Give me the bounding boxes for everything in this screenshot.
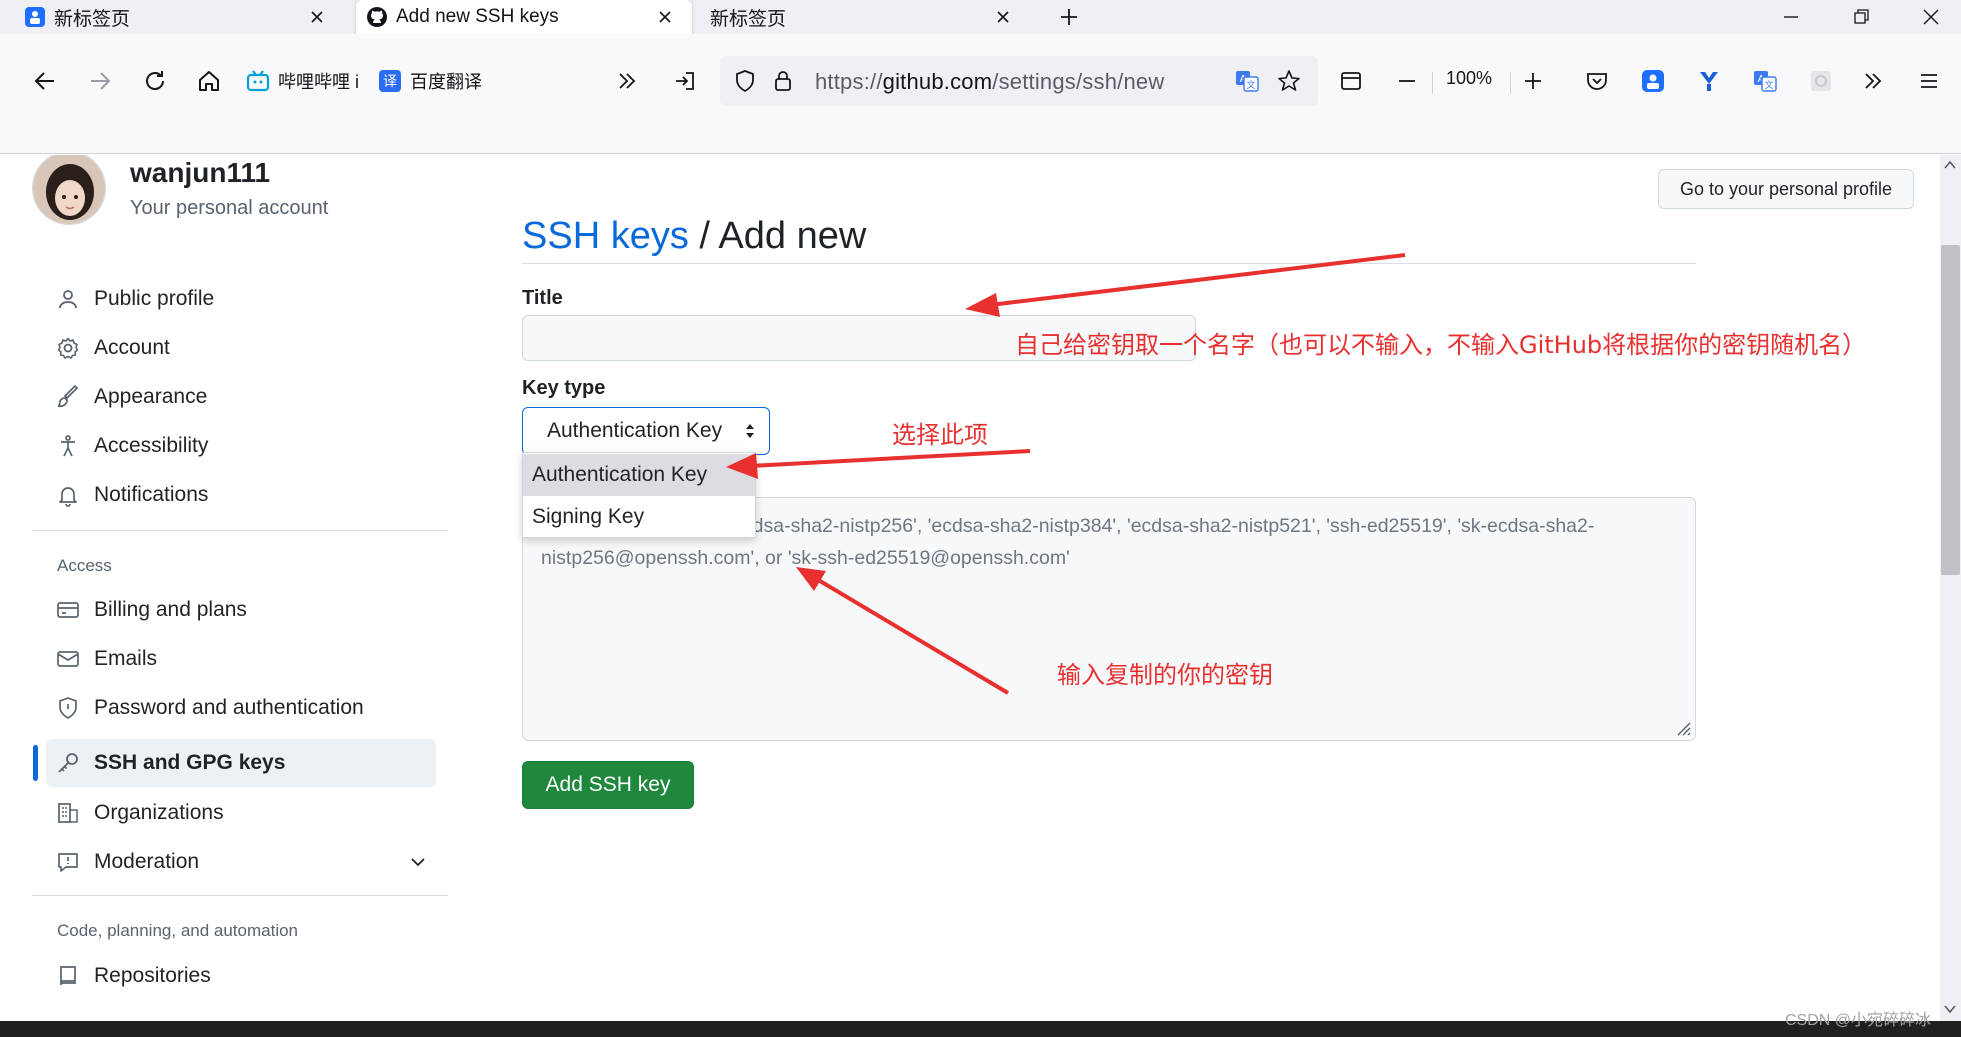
chevron-double-right-icon (1865, 73, 1882, 89)
github-settings-page: wanjun111 Your personal account Go to yo… (0, 155, 1940, 1021)
menu-button[interactable] (1914, 66, 1944, 96)
scroll-up-icon[interactable] (1943, 159, 1957, 171)
bookmark-label: 哔哩哔哩 i (278, 72, 359, 92)
reload-icon (146, 71, 164, 90)
more-bookmarks-button[interactable] (612, 66, 642, 96)
browser-tab-ssh-keys[interactable]: Add new SSH keys (356, 0, 692, 34)
arrow-left-icon (34, 72, 54, 90)
svg-text:文: 文 (1764, 79, 1773, 91)
plus-icon (1525, 73, 1541, 89)
extension-y-button[interactable] (1694, 66, 1724, 96)
star-icon[interactable] (1276, 68, 1302, 94)
scrollbar-thumb[interactable] (1941, 245, 1960, 575)
bilibili-icon (246, 70, 270, 92)
pocket-button[interactable] (1582, 66, 1612, 96)
restore-icon[interactable] (1848, 4, 1874, 30)
bookmark-label: 百度翻译 (410, 72, 482, 92)
zoom-level[interactable]: 100% (1446, 68, 1492, 89)
github-icon (367, 7, 387, 27)
lock-icon[interactable] (770, 68, 796, 94)
browser-toolbar: 哔哩哔哩 i 译 百度翻译 https://github.com/setting… (0, 34, 1961, 154)
close-icon[interactable] (306, 6, 328, 28)
zoom-in-button[interactable] (1518, 66, 1548, 96)
tab-label: 新标签页 (710, 8, 787, 30)
toolbar-separator (1510, 72, 1511, 94)
browser-tab-new-1[interactable]: 新标签页 (14, 0, 344, 34)
home-button[interactable] (194, 66, 224, 96)
sign-in-icon (676, 72, 694, 90)
window-close-icon[interactable] (1918, 4, 1944, 30)
annotation-arrow-key (796, 567, 1010, 695)
extension-icon (1811, 71, 1831, 91)
y-extension-icon (1700, 72, 1718, 91)
tab-label: 新标签页 (54, 8, 131, 30)
new-tab-favicon-icon (25, 7, 45, 27)
url-text[interactable]: https://github.com/settings/ssh/new (815, 69, 1164, 95)
svg-text:文: 文 (1246, 79, 1255, 91)
svg-text:译: 译 (383, 74, 397, 90)
plus-icon[interactable] (1056, 4, 1082, 30)
annotation-arrow-title (965, 253, 1406, 317)
scroll-down-icon[interactable] (1943, 1003, 1957, 1015)
minus-icon (1399, 80, 1415, 82)
profile-extension-icon (1642, 70, 1664, 92)
hamburger-icon (1921, 74, 1937, 88)
page-translate-icon[interactable]: A文 (1234, 68, 1260, 94)
watermark: CSDN @小宛碎碎冰 (1784, 1012, 1931, 1029)
back-button[interactable] (30, 66, 60, 96)
sidebar-icon (1341, 72, 1361, 90)
browser-tab-bar: 新标签页 Add new SSH keys 新标签页 (0, 0, 1961, 34)
chevron-double-right-icon (619, 73, 636, 89)
pocket-icon (1587, 73, 1607, 90)
tab-label: Add new SSH keys (396, 6, 559, 27)
reload-button[interactable] (140, 66, 170, 96)
translate-icon: 译 (379, 70, 401, 92)
bookmark-baidu-translate[interactable]: 译 百度翻译 (378, 66, 482, 96)
zoom-out-button[interactable] (1392, 66, 1422, 96)
bookmark-bilibili[interactable]: 哔哩哔哩 i (246, 66, 359, 96)
home-icon (199, 71, 219, 91)
forward-button[interactable] (85, 66, 115, 96)
toolbar-separator (1432, 72, 1433, 94)
close-icon[interactable] (654, 6, 676, 28)
overflow-button[interactable] (1858, 66, 1888, 96)
extension-profile-button[interactable] (1638, 66, 1668, 96)
close-icon[interactable] (992, 6, 1014, 28)
os-taskbar (0, 1021, 1961, 1037)
reader-view-button[interactable] (1336, 66, 1366, 96)
extension-grey-button[interactable] (1806, 66, 1836, 96)
address-bar[interactable]: https://github.com/settings/ssh/new A文 (720, 56, 1318, 106)
extension-translate-button[interactable]: A文 (1750, 66, 1780, 96)
minimize-icon[interactable] (1778, 4, 1804, 30)
annotation-arrow-keytype (726, 449, 1031, 479)
translate-extension-icon: A文 (1754, 71, 1777, 92)
arrow-right-icon (91, 72, 111, 90)
annotation-arrows (726, 253, 1406, 695)
shield-icon[interactable] (732, 68, 758, 94)
import-button[interactable] (670, 66, 700, 96)
browser-tab-new-2[interactable]: 新标签页 (700, 0, 1030, 34)
